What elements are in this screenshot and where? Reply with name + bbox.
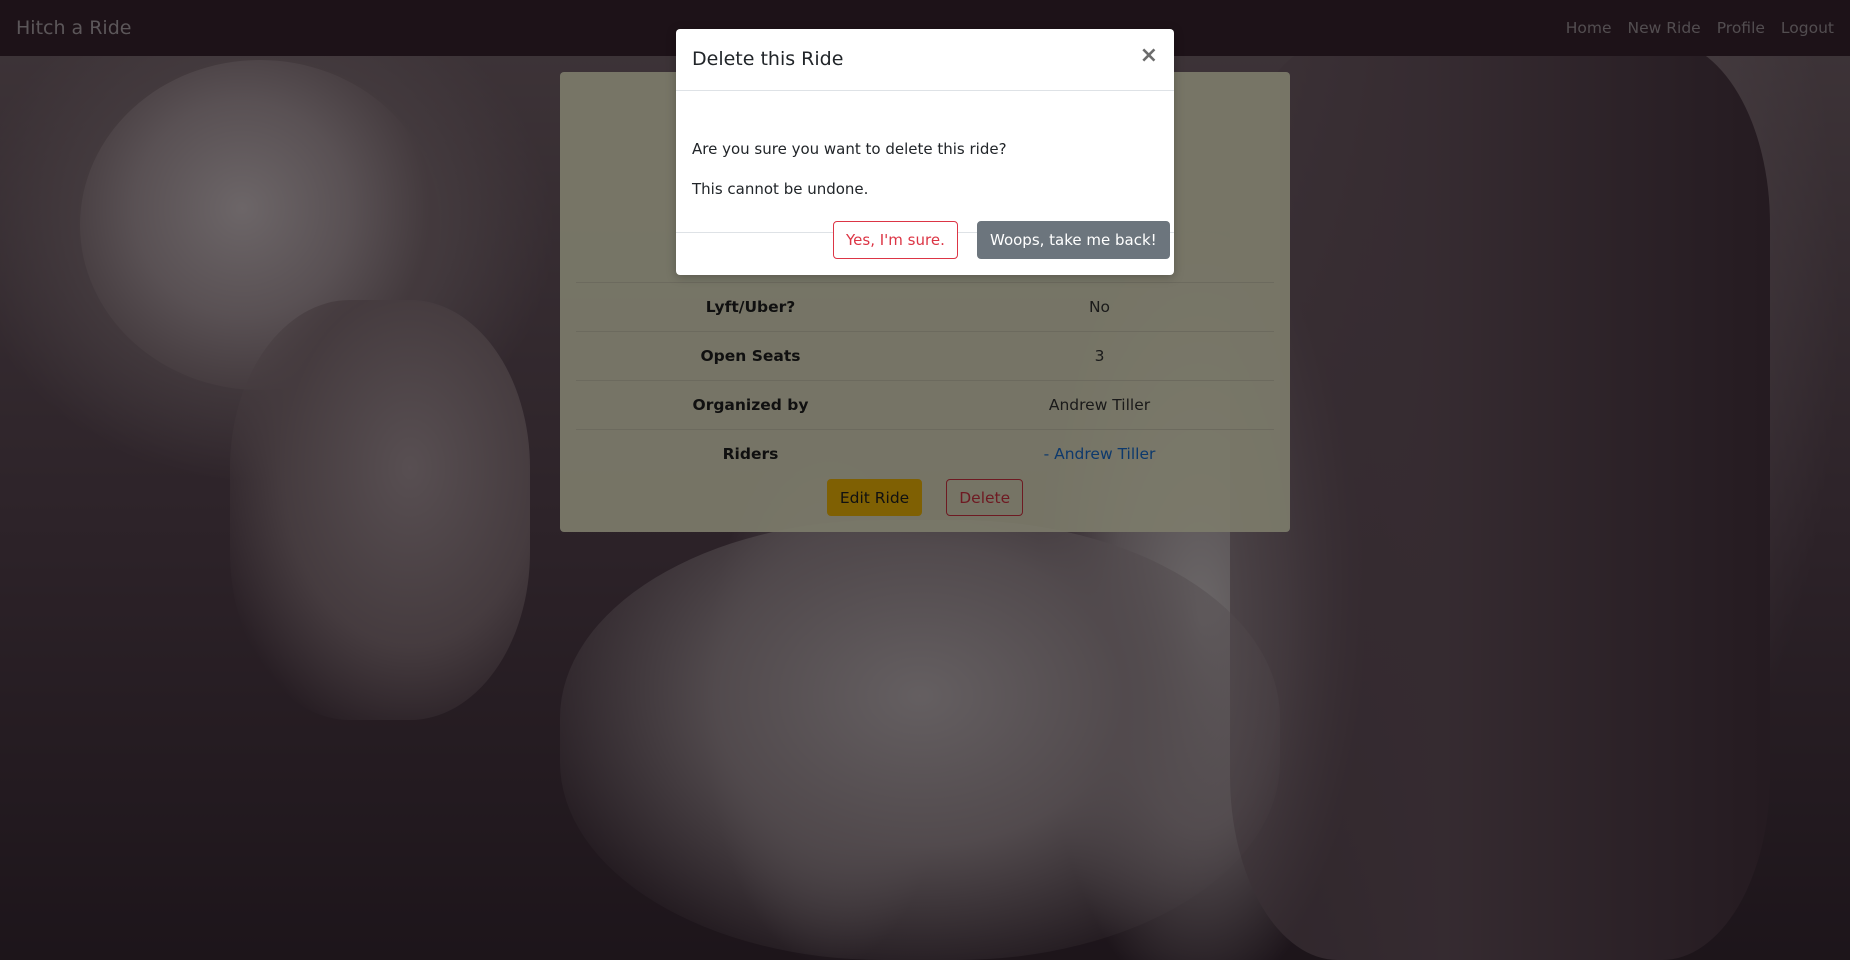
cancel-button[interactable]: Woops, take me back! bbox=[977, 221, 1170, 259]
modal-body: Are you sure you want to delete this rid… bbox=[676, 91, 1174, 233]
delete-confirm-modal: Delete this Ride × Are you sure you want… bbox=[676, 29, 1174, 275]
modal-title: Delete this Ride bbox=[692, 48, 844, 70]
confirm-delete-button[interactable]: Yes, I'm sure. bbox=[833, 221, 958, 259]
close-icon[interactable]: × bbox=[1140, 43, 1158, 68]
confirm-message: Are you sure you want to delete this rid… bbox=[692, 140, 1007, 158]
warning-message: This cannot be undone. bbox=[692, 180, 869, 198]
modal-footer: Yes, I'm sure. Woops, take me back! bbox=[676, 221, 1174, 275]
modal-header: Delete this Ride × bbox=[676, 29, 1174, 91]
